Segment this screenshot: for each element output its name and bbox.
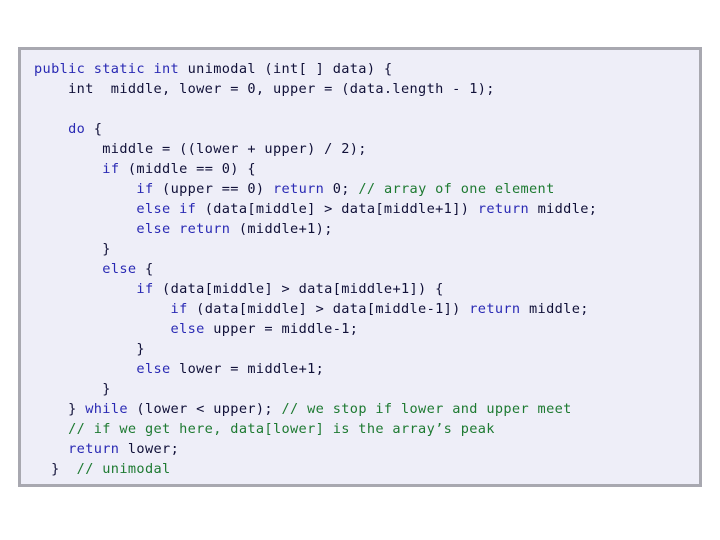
code-token-id: middle; — [520, 301, 589, 317]
code-token-kw: return — [469, 301, 521, 317]
code-token-kw: else return — [136, 221, 231, 237]
code-token-id: (data[middle] > data[middle+1]) — [196, 201, 478, 217]
code-token-id: } — [34, 341, 145, 357]
code-token-kw: return — [272, 181, 325, 197]
code-token-id — [34, 161, 102, 177]
code-token-id: (data[middle] > data[middle+1]) { — [153, 281, 444, 297]
code-token-id — [34, 201, 136, 217]
code-token-kw: else if — [136, 201, 197, 217]
code-token-cmt: // we stop if lower and upper meet — [281, 401, 572, 417]
code-token-kw: return — [477, 201, 530, 217]
code-line: middle = ((lower + upper) / 2); — [34, 139, 597, 159]
code-token-id: lower = middle+1; — [170, 361, 325, 377]
code-token-cmt: // unimodal — [76, 461, 171, 477]
code-line: if (middle == 0) { — [34, 159, 597, 179]
code-token-kw: else — [102, 261, 137, 277]
code-token-id — [34, 281, 136, 297]
code-line: return lower; — [34, 439, 597, 459]
code-token-id: middle; — [529, 201, 598, 217]
code-line: else upper = middle-1; — [34, 319, 597, 339]
code-token-kw: if — [102, 161, 120, 177]
code-line: } — [34, 379, 597, 399]
code-line: else if (data[middle] > data[middle+1]) … — [34, 199, 597, 219]
code-token-id: lower; — [119, 441, 180, 457]
code-token-kw: if — [170, 301, 188, 317]
code-token-id — [34, 221, 136, 237]
code-token-kw: else — [170, 321, 205, 337]
code-token-id — [34, 321, 171, 337]
code-token-id: (upper == 0) — [153, 181, 273, 197]
code-line: // if we get here, data[lower] is the ar… — [34, 419, 597, 439]
code-token-cmt: // array of one element — [358, 181, 555, 197]
code-panel: public static int unimodal (int[ ] data)… — [18, 47, 702, 487]
code-token-kw: return — [68, 441, 120, 457]
code-token-id: unimodal (int[ ] data) { — [187, 61, 393, 77]
code-line: public static int unimodal (int[ ] data)… — [34, 59, 597, 79]
code-token-id: (middle+1); — [230, 221, 333, 237]
code-token-kw: do — [68, 121, 86, 137]
code-token-id: (lower < upper); — [127, 401, 282, 417]
code-token-kw: if — [136, 281, 154, 297]
code-line: if (data[middle] > data[middle-1]) retur… — [34, 299, 597, 319]
code-token-id: } — [34, 381, 111, 397]
code-line: } // unimodal — [34, 459, 597, 479]
code-line: if (data[middle] > data[middle+1]) { — [34, 279, 597, 299]
code-token-id: int middle, lower = 0, upper = (data.len… — [34, 81, 495, 97]
code-line: } — [34, 339, 597, 359]
code-line: do { — [34, 119, 597, 139]
code-token-id — [34, 181, 136, 197]
code-token-id — [34, 261, 102, 277]
code-token-id: (data[middle] > data[middle-1]) — [187, 301, 470, 317]
code-token-id: { — [85, 121, 103, 137]
code-line: if (upper == 0) return 0; // array of on… — [34, 179, 597, 199]
code-listing: public static int unimodal (int[ ] data)… — [34, 59, 597, 479]
code-line: } — [34, 239, 597, 259]
code-token-cmt: // if we get here, data[lower] is the ar… — [68, 421, 495, 437]
code-token-kw: while — [85, 401, 128, 417]
code-token-id: 0; — [324, 181, 359, 197]
code-token-id: (middle == 0) { — [119, 161, 256, 177]
code-line: else lower = middle+1; — [34, 359, 597, 379]
code-token-id: upper = middle-1; — [204, 321, 359, 337]
code-line: else { — [34, 259, 597, 279]
code-token-id: } — [34, 241, 111, 257]
code-token-id — [34, 121, 68, 137]
code-line: } while (lower < upper); // we stop if l… — [34, 399, 597, 419]
code-token-kw: if — [136, 181, 154, 197]
code-line: else return (middle+1); — [34, 219, 597, 239]
code-token-kw: public static int — [34, 61, 188, 77]
code-line: int middle, lower = 0, upper = (data.len… — [34, 79, 597, 99]
code-token-id: middle = ((lower + upper) / 2); — [34, 141, 367, 157]
code-token-id — [34, 421, 68, 437]
code-token-id: { — [136, 261, 154, 277]
code-token-kw: else — [136, 361, 171, 377]
code-token-id — [34, 301, 171, 317]
code-token-id — [34, 441, 68, 457]
code-token-id: } — [34, 461, 77, 477]
code-token-id — [34, 361, 136, 377]
code-token-id: } — [34, 401, 86, 417]
